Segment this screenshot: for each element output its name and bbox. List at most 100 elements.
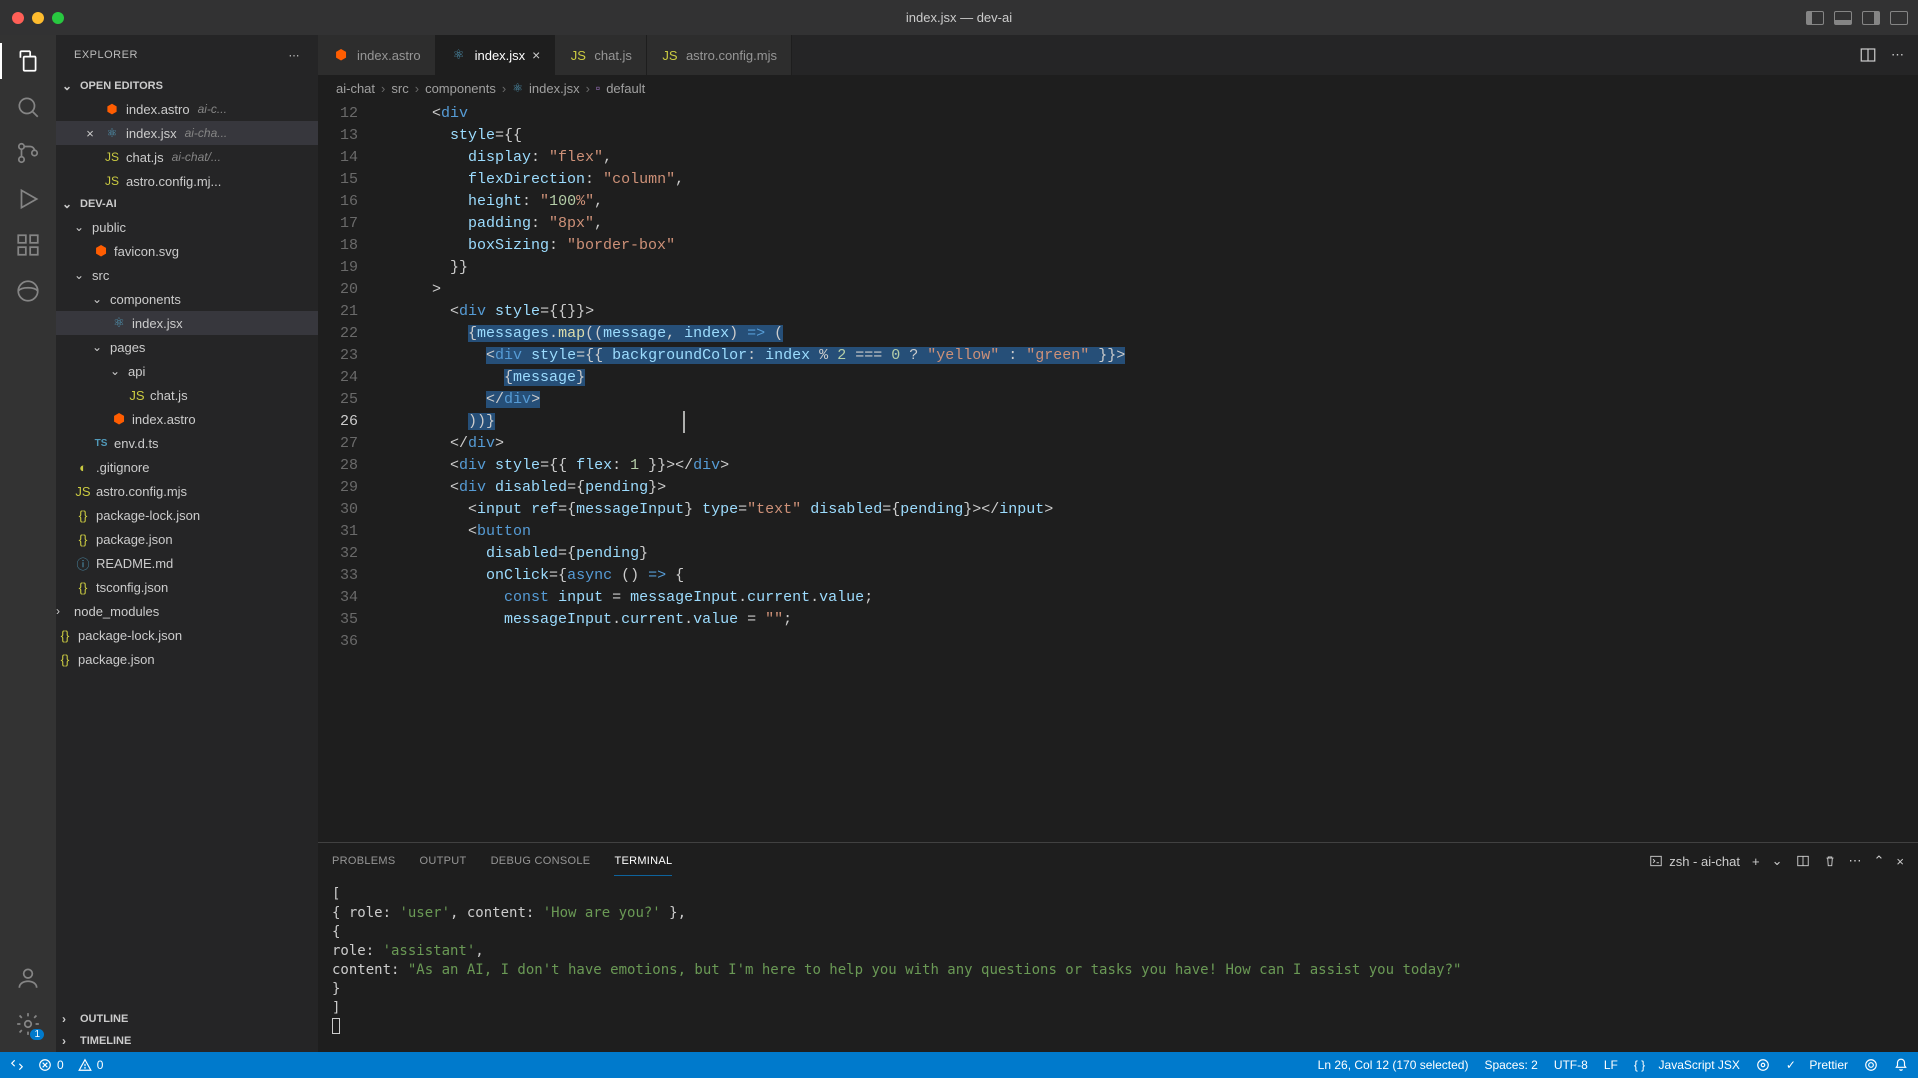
breadcrumb-segment[interactable]: components xyxy=(425,81,496,96)
open-editor-item[interactable]: × ⚛ index.jsx ai-cha... xyxy=(56,121,318,145)
close-window[interactable] xyxy=(12,12,24,24)
terminal-more-icon[interactable]: ⋯ xyxy=(1849,853,1862,869)
timeline-header[interactable]: ›TIMELINE xyxy=(56,1030,318,1052)
tree-label: README.md xyxy=(96,556,173,571)
toggle-sidebar-icon[interactable] xyxy=(1806,11,1824,25)
split-terminal-icon[interactable] xyxy=(1795,854,1811,868)
file-item[interactable]: TSenv.d.ts xyxy=(56,431,318,455)
close-icon[interactable]: × xyxy=(82,126,98,141)
sidebar-more-icon[interactable]: ⋯ xyxy=(289,49,301,62)
tree-label: node_modules xyxy=(74,604,159,619)
toggle-secondary-sidebar-icon[interactable] xyxy=(1862,11,1880,25)
eol[interactable]: LF xyxy=(1604,1058,1618,1072)
feedback-icon[interactable] xyxy=(1864,1058,1878,1072)
panel-tab-output[interactable]: OUTPUT xyxy=(420,847,467,875)
folder-item[interactable]: ⌄public xyxy=(56,215,318,239)
chevron-icon: ⌄ xyxy=(92,292,106,306)
tree-label: pages xyxy=(110,340,145,355)
project-header[interactable]: ⌄DEV-AI xyxy=(56,193,318,215)
customize-layout-icon[interactable] xyxy=(1890,11,1908,25)
breadcrumb-segment[interactable]: default xyxy=(606,81,645,96)
indentation[interactable]: Spaces: 2 xyxy=(1484,1058,1537,1072)
close-panel-icon[interactable]: × xyxy=(1896,854,1904,869)
open-editor-item[interactable]: JS astro.config.mj... xyxy=(56,169,318,193)
astro-icon: ⬢ xyxy=(104,102,120,116)
outline-header[interactable]: ›OUTLINE xyxy=(56,1008,318,1030)
notifications-bell-icon[interactable] xyxy=(1894,1058,1908,1072)
chevron-icon: › xyxy=(56,604,70,618)
language-mode[interactable]: { } JavaScript JSX xyxy=(1634,1058,1740,1072)
breadcrumb-segment[interactable]: ai-chat xyxy=(336,81,375,96)
js-icon: JS xyxy=(569,48,587,63)
editor-tab[interactable]: JS chat.js xyxy=(555,35,647,75)
code-editor[interactable]: 1213141516171819202122232425262728293031… xyxy=(318,101,1918,842)
source-control-icon[interactable] xyxy=(14,139,42,167)
search-icon[interactable] xyxy=(14,93,42,121)
remote-indicator[interactable] xyxy=(10,1058,24,1072)
live-share-icon[interactable] xyxy=(1756,1058,1770,1072)
cursor-position[interactable]: Ln 26, Col 12 (170 selected) xyxy=(1318,1058,1469,1072)
terminal-profile[interactable]: zsh - ai-chat xyxy=(1649,854,1740,869)
more-actions-icon[interactable]: ⋯ xyxy=(1891,47,1904,63)
editor-tab[interactable]: ⚛ index.jsx × xyxy=(436,35,556,75)
warnings-count[interactable]: 0 xyxy=(78,1058,104,1072)
file-item[interactable]: {}package.json xyxy=(56,527,318,551)
kill-terminal-icon[interactable] xyxy=(1823,854,1837,868)
breadcrumb[interactable]: ai-chat›src›components›⚛index.jsx›▫defau… xyxy=(318,75,1918,101)
toggle-panel-icon[interactable] xyxy=(1834,11,1852,25)
tree-label: package.json xyxy=(78,652,155,667)
astro-icon: ⬢ xyxy=(92,243,110,259)
editor-tab[interactable]: JS astro.config.mjs xyxy=(647,35,792,75)
file-item[interactable]: ⬢index.astro xyxy=(56,407,318,431)
breadcrumb-segment[interactable]: src xyxy=(391,81,408,96)
file-item[interactable]: ⚛index.jsx xyxy=(56,311,318,335)
encoding[interactable]: UTF-8 xyxy=(1554,1058,1588,1072)
panel-tab-debug-console[interactable]: DEBUG CONSOLE xyxy=(491,847,591,875)
tab-label: index.astro xyxy=(357,48,421,63)
folder-item[interactable]: ⌄src xyxy=(56,263,318,287)
file-item[interactable]: ⓘREADME.md xyxy=(56,551,318,575)
file-path-hint: ai-c... xyxy=(198,102,227,116)
edge-devtools-icon[interactable] xyxy=(14,277,42,305)
folder-item[interactable]: ⌄api xyxy=(56,359,318,383)
folder-item[interactable]: ⌄pages xyxy=(56,335,318,359)
prettier-status[interactable]: ✓ Prettier xyxy=(1786,1058,1848,1072)
explorer-icon[interactable] xyxy=(14,47,42,75)
file-item[interactable]: {}package-lock.json xyxy=(56,503,318,527)
errors-count[interactable]: 0 xyxy=(38,1058,64,1072)
settings-gear-icon[interactable]: 1 xyxy=(14,1010,42,1038)
file-item[interactable]: {}package.json xyxy=(56,647,318,671)
file-item[interactable]: ◐.gitignore xyxy=(56,455,318,479)
file-item[interactable]: {}tsconfig.json xyxy=(56,575,318,599)
open-editor-item[interactable]: JS chat.js ai-chat/... xyxy=(56,145,318,169)
file-item[interactable]: {}package-lock.json xyxy=(56,623,318,647)
split-editor-icon[interactable] xyxy=(1859,46,1877,64)
close-tab-icon[interactable]: × xyxy=(532,47,540,63)
folder-item[interactable]: ⌄components xyxy=(56,287,318,311)
status-bar: 0 0 Ln 26, Col 12 (170 selected) Spaces:… xyxy=(0,1052,1918,1078)
panel-tab-terminal[interactable]: TERMINAL xyxy=(614,847,672,876)
accounts-icon[interactable] xyxy=(14,964,42,992)
breadcrumb-segment[interactable]: index.jsx xyxy=(529,81,580,96)
editor-tab[interactable]: ⬢ index.astro xyxy=(318,35,436,75)
extensions-icon[interactable] xyxy=(14,231,42,259)
panel-tab-problems[interactable]: PROBLEMS xyxy=(332,847,396,875)
open-editors-header[interactable]: ⌄OPEN EDITORS xyxy=(56,75,318,97)
minimize-window[interactable] xyxy=(32,12,44,24)
open-editor-item[interactable]: ⬢ index.astro ai-c... xyxy=(56,97,318,121)
file-item[interactable]: JSastro.config.mjs xyxy=(56,479,318,503)
maximize-panel-icon[interactable]: ⌃ xyxy=(1874,853,1885,869)
maximize-window[interactable] xyxy=(52,12,64,24)
sidebar-title: EXPLORER xyxy=(74,49,138,61)
file-item[interactable]: JSchat.js xyxy=(56,383,318,407)
activity-bar: 1 xyxy=(0,35,56,1052)
tree-label: api xyxy=(128,364,145,379)
new-terminal-icon[interactable]: + xyxy=(1752,854,1760,869)
code-content[interactable]: <div style={{ display: "flex", flexDirec… xyxy=(378,101,1918,842)
folder-item[interactable]: › node_modules xyxy=(56,599,318,623)
file-item[interactable]: ⬢favicon.svg xyxy=(56,239,318,263)
terminal-dropdown-icon[interactable]: ⌄ xyxy=(1772,853,1783,869)
run-debug-icon[interactable] xyxy=(14,185,42,213)
ts-icon: TS xyxy=(92,438,110,449)
terminal-body[interactable]: [ { role: 'user', content: 'How are you?… xyxy=(318,879,1918,1052)
